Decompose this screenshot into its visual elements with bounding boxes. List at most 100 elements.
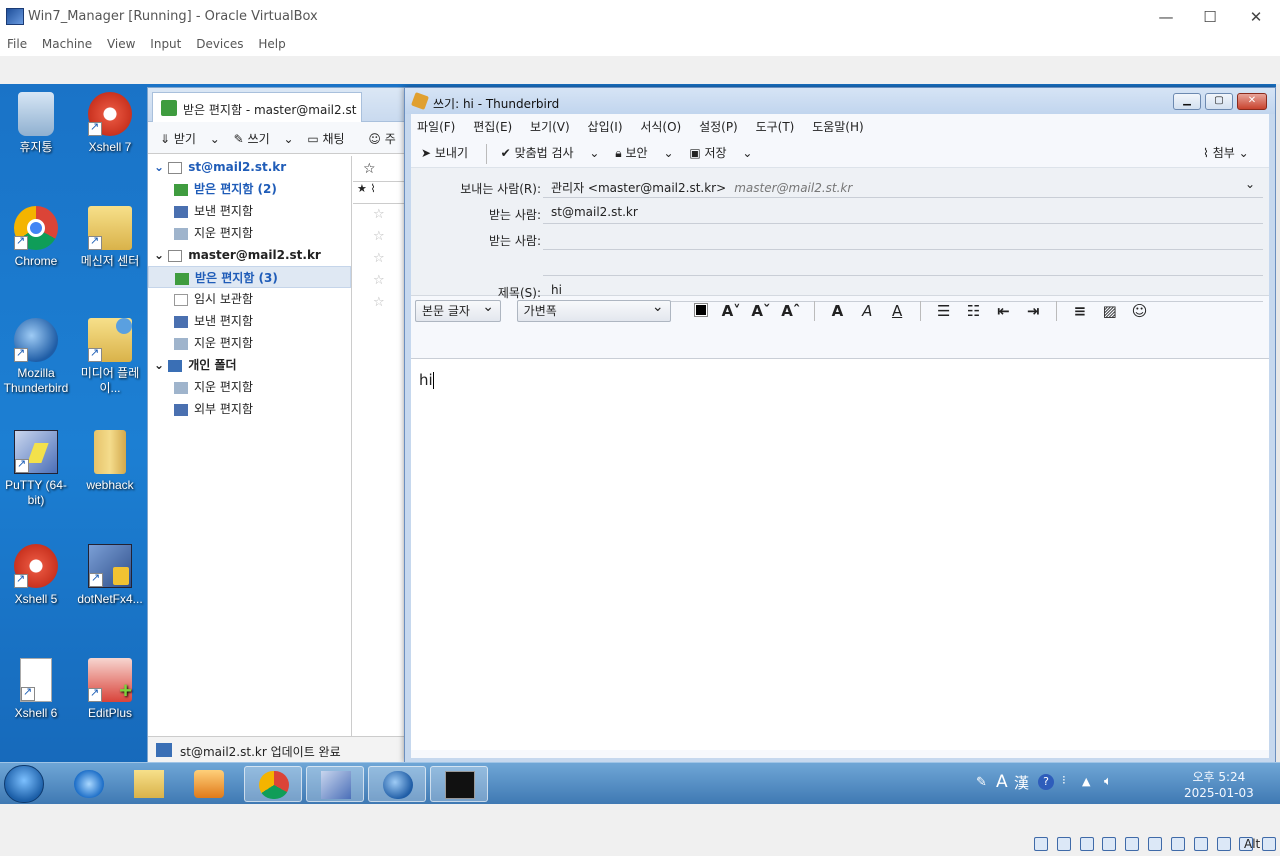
save-dropdown[interactable]: ⌄ [738,143,756,163]
taskbar-explorer[interactable] [120,766,178,802]
minimize-button[interactable]: — [1144,4,1188,30]
send-button[interactable]: ➤ 보내기 [417,143,472,163]
star-icon[interactable]: ☆ [353,292,407,314]
display-icon[interactable] [1170,836,1185,851]
menu-help[interactable]: 도움말(H) [812,120,864,134]
to-field[interactable]: st@mail2.st.kr [543,200,1263,224]
menu-insert[interactable]: 삽입(I) [588,120,623,134]
network-icon[interactable] [1102,836,1117,851]
recording-icon[interactable] [1193,836,1208,851]
pin-icon[interactable]: ☆ [363,161,376,177]
to2-field[interactable] [543,226,1263,250]
star-icon[interactable]: ☆ [353,270,407,292]
start-button[interactable] [4,765,44,803]
spellcheck-button[interactable]: ✔ 맞춤법 검사 [497,143,578,163]
spellcheck-dropdown[interactable]: ⌄ [585,143,603,163]
menu-input[interactable]: Input [150,34,181,51]
security-dropdown[interactable]: ⌄ [659,143,677,163]
shared-folder-icon[interactable] [1148,836,1163,851]
desktop-icon-xshell5[interactable]: Xshell 5 [0,544,72,607]
taskbar-putty[interactable] [306,766,364,802]
desktop-icon-messenger-center[interactable]: 메신저 센터 [74,206,146,269]
tab-inbox[interactable]: 받은 편지함 - master@mail2.st [152,92,362,122]
star-icon[interactable]: ☆ [353,204,407,226]
menu-view[interactable]: View [107,34,135,51]
larger-text-icon[interactable]: Aˆ [781,302,801,320]
menu-options[interactable]: 설정(P) [699,120,738,134]
desktop-icon-putty[interactable]: PuTTY (64-bit) [0,430,72,508]
desktop-icon-recycle-bin[interactable]: 휴지통 [0,92,72,155]
menu-file[interactable]: File [7,34,27,51]
compose-maximize-button[interactable]: ▢ [1205,93,1233,110]
numbered-list-icon[interactable]: ☷ [964,302,984,320]
desktop-icon-xshell7[interactable]: Xshell 7 [74,92,146,155]
ime-pen-icon[interactable]: ✎ [976,775,987,790]
maximize-button[interactable]: ☐ [1188,4,1232,30]
attachment-column-icon[interactable]: ⌇ [370,182,375,195]
desktop-icon-editplus[interactable]: + EditPlus [74,658,146,721]
taskbar-thunderbird[interactable] [368,766,426,802]
message-body-editor[interactable]: hi [411,358,1269,750]
menu-format[interactable]: 서식(O) [640,120,681,134]
menu-tools[interactable]: 도구(T) [756,120,795,134]
account-st[interactable]: ⌄ st@mail2.st.kr [148,156,351,178]
menu-edit[interactable]: 편집(E) [473,120,512,134]
extra-recipient-field[interactable] [543,252,1263,276]
address-book-button[interactable]: ☺ 주 [368,132,405,146]
menu-view[interactable]: 보기(V) [530,120,570,134]
folder-local-trash[interactable]: 지운 편지함 [148,376,351,398]
cpu-icon[interactable] [1216,836,1231,851]
menu-devices[interactable]: Devices [196,34,243,51]
align-icon[interactable]: ≡ [1070,302,1090,320]
desktop-icon-chrome[interactable]: Chrome [0,206,72,269]
bold-icon[interactable]: A [827,302,847,320]
get-mail-button[interactable]: ⇓ 받기 ⌄ [160,132,220,146]
hard-disk-icon[interactable] [1034,836,1048,851]
folder-st-inbox[interactable]: 받은 편지함 (2) [148,178,351,200]
menu-machine[interactable]: Machine [42,34,92,51]
close-button[interactable]: ✕ [1234,4,1278,30]
optical-drive-icon[interactable] [1056,836,1071,851]
desktop-icon-xshell6[interactable]: Xshell 6 [0,658,72,721]
desktop-icon-webhack[interactable]: webhack [74,430,146,493]
security-button[interactable]: 🔒︎ 보안 [611,143,651,163]
write-button[interactable]: ✎ 쓰기 ⌄ [234,132,294,146]
smaller-text-icon[interactable]: Aˇ [751,302,771,320]
desktop-icon-media-player[interactable]: 미디어 플레이... [74,318,146,396]
taskbar-ie[interactable] [60,766,118,802]
outdent-icon[interactable]: ⇤ [993,302,1013,320]
paragraph-format-select[interactable]: 본문 글자 [415,297,501,322]
emoji-icon[interactable]: ☺ [1130,302,1150,320]
compose-close-button[interactable]: ✕ [1237,93,1267,110]
volume-icon[interactable]: 🔈︎ [1104,774,1112,789]
ime-hanja-indicator[interactable]: 漢 [1014,772,1029,793]
menu-help[interactable]: Help [258,34,285,51]
chat-button[interactable]: ▭ 채팅 [307,132,354,146]
star-icon[interactable]: ☆ [353,226,407,248]
underline-icon[interactable]: A [887,302,907,320]
taskbar-chrome[interactable] [244,766,302,802]
taskbar-media-player[interactable] [180,766,238,802]
menu-file[interactable]: 파일(F) [417,120,455,134]
show-hidden-icons-icon[interactable]: ▲ [1082,775,1090,788]
from-field[interactable]: 관리자 <master@mail2.st.kr> master@mail2.st.… [543,174,1263,198]
star-icon[interactable]: ☆ [353,248,407,270]
folder-st-trash[interactable]: 지운 편지함 [148,222,351,244]
indent-icon[interactable]: ⇥ [1023,302,1043,320]
clock[interactable]: 오후 5:24 2025-01-03 [1184,769,1254,801]
bullet-list-icon[interactable]: ☰ [934,302,954,320]
audio-icon[interactable] [1079,836,1094,851]
globe-icon[interactable] [1262,836,1277,851]
ime-options-icon[interactable]: ⁝ [1062,773,1066,787]
ime-mode-indicator[interactable]: A [996,772,1008,792]
desktop-icon-dotnetfx[interactable]: dotNetFx4... [74,544,146,607]
folder-local-outbox[interactable]: 외부 편지함 [148,398,351,420]
insert-image-icon[interactable]: ▨ [1100,302,1120,320]
desktop-icon-thunderbird[interactable]: Mozilla Thunderbird [0,318,72,396]
star-column-icon[interactable]: ★ [357,182,367,195]
folder-master-inbox[interactable]: 받은 편지함 (3) [148,266,351,288]
font-select[interactable]: 가변폭 [516,297,671,322]
italic-icon[interactable]: A [857,302,877,320]
attach-button[interactable]: ⌇ 첨부 ⌄ [1199,143,1253,163]
folder-master-drafts[interactable]: 임시 보관함 [148,288,351,310]
